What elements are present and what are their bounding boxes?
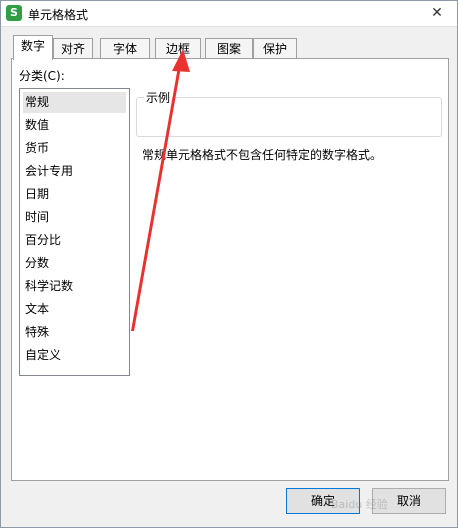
red-arrow-annotation [131, 49, 190, 331]
arrow-head [172, 49, 190, 72]
format-cells-dialog: S 单元格格式 ✕ 数字 对齐 字体 边框 图案 保护 分类(C): 常规 数值… [0, 0, 458, 528]
baidu-watermark: Baidu 经验 [331, 498, 388, 511]
arrow-shaft [131, 61, 182, 331]
tab-number[interactable]: 数字 [13, 35, 53, 60]
